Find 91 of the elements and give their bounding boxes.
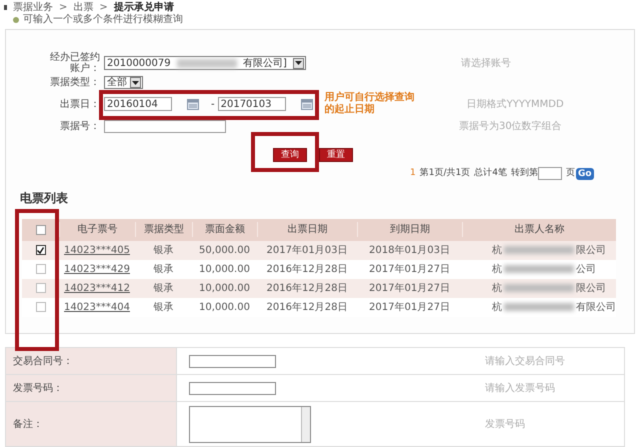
breadcrumb-separator: > — [99, 1, 108, 14]
text-field[interactable] — [189, 382, 276, 394]
bill-number-link[interactable]: 14023***429 — [64, 264, 130, 274]
table-cell: 2016年12月28日 — [266, 302, 348, 312]
bill-number-link[interactable]: 14023***405 — [64, 244, 130, 256]
table-cell: 10,000.00 — [199, 282, 250, 294]
field-label: 备注： — [13, 418, 43, 432]
page-info: 第1页/共1页 — [420, 167, 470, 180]
help-text: 请输入发票号码 — [485, 382, 555, 396]
column-header: 电子票号 — [78, 224, 118, 235]
table-cell-text: 限公司 — [576, 244, 606, 258]
row-checkbox[interactable] — [36, 302, 46, 312]
select-value: 2010000079 — [107, 56, 171, 70]
textarea-field[interactable] — [189, 406, 311, 442]
total-count: 总计4笔 — [474, 167, 507, 180]
reset-button[interactable]: 重置 — [319, 148, 353, 162]
account-select[interactable]: 2010000079 有限公司] — [104, 56, 306, 70]
column-header: 票据类型 — [144, 224, 184, 235]
breadcrumb-item[interactable]: 票据业务 — [13, 0, 53, 15]
table-cell: 50,000.00 — [199, 244, 250, 256]
help-text: 请选择账号 — [461, 56, 511, 70]
table-cell-text: 杭 — [492, 244, 502, 258]
table-cell-text: 杭 — [492, 262, 502, 276]
field-label: 出票日： — [60, 98, 100, 110]
row-checkbox[interactable] — [36, 283, 46, 293]
field-label: 交易合同号： — [13, 354, 73, 368]
column-header: 到期日期 — [390, 224, 430, 235]
redaction-blur — [504, 246, 574, 254]
table-cell: 2017年01月27日 — [369, 264, 450, 274]
query-button[interactable]: 查询 — [273, 148, 307, 162]
table-cell-text: 杭 — [492, 282, 502, 296]
field-label: 经办已签约账户： — [50, 52, 100, 74]
date-from-field[interactable]: 20160104 — [104, 97, 172, 111]
field-label: 票据类型： — [50, 77, 100, 88]
redaction-blur — [504, 303, 574, 311]
help-text: 发票号码 — [485, 418, 525, 432]
help-text: 请输入交易合同号 — [485, 354, 565, 368]
table-cell: 10,000.00 — [199, 264, 250, 274]
scrollbar — [301, 406, 310, 442]
table-cell-text: 公司 — [576, 262, 596, 276]
row-checkbox[interactable] — [36, 264, 46, 274]
goto-label: 转到第 — [510, 167, 538, 180]
select-all-checkbox[interactable] — [36, 224, 46, 234]
breadcrumb-item[interactable]: 出票 — [73, 0, 94, 15]
hint-text: 可输入一个或多个条件进行模糊查询 — [23, 12, 183, 27]
column-header: 票面金额 — [205, 224, 245, 235]
breadcrumb-item: 提示承兑申请 — [114, 0, 174, 14]
calendar-icon[interactable] — [300, 98, 313, 110]
table-cell: 银承 — [154, 302, 174, 312]
highlight-frame — [251, 132, 319, 172]
annotation-text: 用户可自行选择查询的起止日期 — [324, 92, 416, 116]
table-cell: 银承 — [154, 282, 174, 294]
table-cell: 2017年01月27日 — [369, 302, 450, 312]
table-cell: 2016年12月28日 — [266, 282, 348, 294]
table-cell-text: 限公司 — [576, 282, 606, 296]
table-cell: 2018年01月03日 — [369, 244, 450, 256]
page-field[interactable] — [538, 167, 562, 180]
select-value: 有限公司] — [242, 56, 287, 70]
redaction-blur — [504, 284, 574, 292]
column-header: 出票日期 — [288, 224, 328, 235]
redaction-blur — [176, 58, 237, 68]
bullet-icon — [4, 5, 7, 10]
table-cell: 10,000.00 — [199, 302, 250, 312]
breadcrumb-separator: > — [59, 1, 68, 14]
type-select[interactable]: 全部 — [104, 76, 143, 89]
bill-number-field[interactable] — [104, 120, 226, 133]
redaction-blur — [504, 265, 574, 273]
date-to-field[interactable]: 20170103 — [218, 97, 286, 111]
field-label: 票据号： — [60, 121, 100, 132]
bill-number-link[interactable]: 14023***412 — [64, 282, 130, 294]
table-cell-text: 杭 — [492, 300, 502, 314]
calendar-icon[interactable] — [187, 98, 199, 110]
page-number: 1 — [410, 167, 416, 180]
column-header: 出票人名称 — [514, 224, 564, 235]
help-text: 票据号为30位数字组合 — [459, 120, 562, 134]
table-cell: 2016年12月28日 — [266, 264, 348, 274]
text-field[interactable] — [189, 354, 276, 368]
table-cell-text: 有限公司 — [576, 300, 616, 314]
field-label: 发票号码： — [13, 382, 63, 396]
section-title: 电票列表 — [19, 190, 69, 206]
table-cell: 2017年01月03日 — [266, 244, 348, 256]
page-unit: 页 — [566, 167, 575, 180]
table-cell: 2017年01月27日 — [369, 282, 450, 294]
help-text: 日期格式YYYYMMDD — [466, 98, 564, 112]
go-button[interactable]: Go — [576, 168, 594, 180]
table-cell: 银承 — [154, 264, 174, 274]
select-value: 全部 — [107, 76, 127, 90]
bill-number-link[interactable]: 14023***404 — [64, 302, 130, 312]
table-cell: 银承 — [154, 244, 174, 256]
date-separator: - — [211, 98, 215, 112]
row-checkbox[interactable] — [36, 245, 46, 255]
